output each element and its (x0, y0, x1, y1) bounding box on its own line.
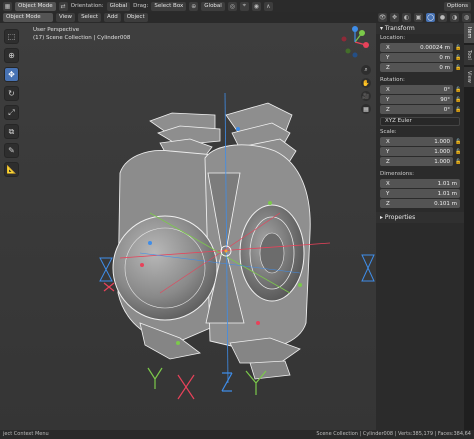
shading-material-icon[interactable]: ◑ (450, 13, 459, 22)
axis-y-label: Y (386, 190, 390, 197)
status-left: ject Context Menu (3, 431, 49, 437)
dimensions-x-field[interactable]: X 1.01 m (380, 179, 460, 188)
xray-icon[interactable]: ▣ (414, 13, 423, 22)
menu-view[interactable]: View (56, 13, 76, 22)
tab-tool[interactable]: Tool (464, 45, 474, 65)
rotation-x-field[interactable]: X 0° (380, 85, 453, 94)
lock-icon[interactable]: 🔓 (455, 97, 461, 104)
snap-icon[interactable]: ⌖ (239, 1, 249, 11)
lock-icon[interactable]: 🔓 (455, 65, 461, 72)
rotation-y-field[interactable]: Y 90° (380, 95, 453, 104)
visibility-icon[interactable]: 👁 (378, 13, 387, 22)
view-header: Object Mode View Select Add Object 👁 ✥ ◐… (0, 12, 474, 23)
gizmo-icon[interactable]: ✥ (390, 13, 399, 22)
transform-panel-header[interactable]: ▾ Transform (376, 23, 464, 34)
scale-x-value: 1.000 (434, 138, 450, 145)
scale-x-field[interactable]: X 1.000 (380, 137, 453, 146)
lock-icon[interactable]: 🔓 (455, 149, 461, 156)
scale-label: Scale: (380, 129, 397, 135)
tab-view[interactable]: View (464, 67, 474, 87)
shading-wire-icon[interactable]: ◯ (426, 13, 435, 22)
rotation-x-value: 0° (443, 86, 450, 93)
menu-object[interactable]: Object (123, 13, 148, 22)
dimensions-label: Dimensions: (380, 171, 414, 177)
drag-label: Drag: (133, 2, 149, 9)
pivot-icon[interactable]: ◎ (227, 1, 237, 11)
3d-viewport[interactable]: User Perspective (17) Scene Collection |… (0, 23, 376, 430)
location-z-value: 0 m (439, 64, 450, 71)
n-panel: ▾ Transform Location: X 0.00024 m 🔓 Y0 m 🔓 … (376, 23, 464, 430)
falloff-icon[interactable]: ∧ (263, 1, 273, 11)
scale-z-field[interactable]: Z 1.000 (380, 157, 453, 166)
cylinder-model[interactable] (0, 23, 376, 430)
menu-add[interactable]: Add (104, 13, 121, 22)
transform-space-icon: ⊕ (189, 1, 199, 11)
overlay-icon[interactable]: ◐ (402, 13, 411, 22)
axis-x-label: X (386, 138, 390, 145)
location-label: Location: (380, 35, 406, 41)
axis-z-label: Z (386, 106, 390, 113)
rotation-z-value: 0° (443, 106, 450, 113)
lock-icon[interactable]: 🔓 (455, 159, 461, 166)
status-bar: ject Context Menu Scene Collection | Cyl… (0, 430, 474, 439)
properties-title: Properties (384, 214, 416, 221)
scale-y-field[interactable]: Y 1.000 (380, 147, 453, 156)
proportional-edit-icon[interactable]: ◉ (251, 1, 261, 11)
drag-dropdown[interactable]: Select Box (151, 1, 187, 11)
axis-y-label: Y (386, 148, 390, 155)
lock-icon[interactable]: 🔓 (455, 107, 461, 114)
shading-render-icon[interactable]: ◍ (462, 13, 471, 22)
rotation-z-field[interactable]: Z 0° (380, 105, 453, 114)
axis-z-label: Z (386, 158, 390, 165)
properties-panel-header[interactable]: ▸ Properties (376, 212, 464, 223)
dimensions-z-value: 0.101 m (434, 200, 457, 207)
mode-dropdown[interactable]: Object Mode (15, 1, 56, 11)
location-x-field[interactable]: X 0.00024 m (380, 43, 453, 52)
axis-x-label: X (386, 86, 390, 93)
axis-x-label: X (386, 180, 390, 187)
location-z-field[interactable]: Z 0 m (380, 63, 453, 72)
orientation-icon: ⇄ (58, 1, 68, 11)
dimensions-y-value: 1.01 m (437, 190, 457, 197)
rotation-mode-dropdown[interactable]: XYZ Euler (380, 117, 460, 126)
axis-z-label: Z (386, 200, 390, 207)
rotation-y-value: 90° (440, 96, 450, 103)
options-dropdown[interactable]: Options (443, 1, 471, 11)
orientation-label: Orientation: (70, 2, 104, 9)
lock-icon[interactable]: 🔓 (455, 55, 461, 62)
scale-y-value: 1.000 (434, 148, 450, 155)
location-y-value: 0 m (439, 54, 450, 61)
tab-item[interactable]: Item (464, 23, 474, 43)
menu-select[interactable]: Select (78, 13, 102, 22)
scale-z-value: 1.000 (434, 158, 450, 165)
dimensions-y-field[interactable]: Y 1.01 m (380, 189, 460, 198)
editor-type-icon[interactable]: ▦ (3, 1, 12, 11)
location-x-value: 0.00024 m (420, 44, 450, 51)
lock-icon[interactable]: 🔓 (455, 139, 461, 146)
lock-icon[interactable]: 🔓 (455, 45, 461, 52)
transform-space-dropdown[interactable]: Global (201, 1, 225, 11)
sidebar-tabs: Item Tool View (464, 23, 474, 430)
dimensions-z-field[interactable]: Z 0.101 m (380, 199, 460, 208)
lock-icon[interactable]: 🔓 (455, 87, 461, 94)
axis-y-label: Y (386, 54, 390, 61)
axis-y-label: Y (386, 96, 390, 103)
dimensions-x-value: 1.01 m (437, 180, 457, 187)
location-y-field[interactable]: Y 0 m (380, 53, 453, 62)
top-header: ▦ Object Mode ⇄ Orientation: Global Drag… (0, 0, 474, 12)
axis-z-label: Z (386, 64, 390, 71)
shading-solid-icon[interactable]: ● (438, 13, 447, 22)
axis-x-label: X (386, 44, 390, 51)
status-right: Scene Collection | Cylinder008 | Verts:3… (316, 431, 471, 437)
rotation-label: Rotation: (380, 77, 405, 83)
orientation-dropdown[interactable]: Global (106, 1, 131, 11)
mode-dropdown-secondary[interactable]: Object Mode (3, 13, 53, 22)
transform-title: Transform (384, 25, 415, 32)
